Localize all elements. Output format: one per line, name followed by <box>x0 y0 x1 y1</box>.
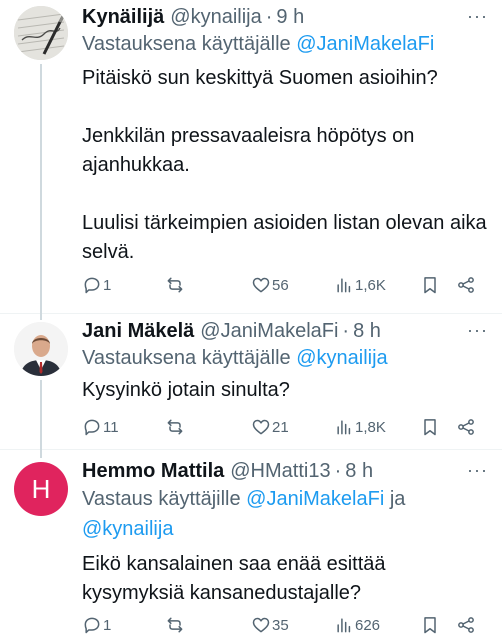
tweet-text: Kysyinkö jotain sinulta? <box>82 379 290 401</box>
views-count: 1,8K <box>355 418 386 436</box>
views-button[interactable]: 1,8K <box>334 414 386 440</box>
views-icon <box>337 618 351 633</box>
avatar-image <box>14 322 68 376</box>
share-icon <box>458 277 474 293</box>
more-icon[interactable]: ··· <box>467 6 488 27</box>
avatar-image <box>14 6 68 60</box>
share-button[interactable] <box>456 612 476 638</box>
reply-context: Vastaus käyttäjille @JaniMakelaFi ja @ky… <box>82 484 492 544</box>
reply-prefix: Vastauksena käyttäjälle <box>82 33 291 55</box>
mention-link[interactable]: @kynailija <box>296 347 387 369</box>
separator-dot: · <box>342 320 350 342</box>
user-handle[interactable]: @HMatti13 <box>230 458 330 484</box>
like-button[interactable]: 56 <box>251 272 289 298</box>
tweet-text: Pitäiskö sun keskittyä Suomen asioihin? … <box>82 67 487 263</box>
views-count: 1,6K <box>355 276 386 294</box>
reply-count: 1 <box>103 276 112 294</box>
retweet-button[interactable] <box>165 414 186 440</box>
action-bar: 1 35 626 <box>82 612 482 638</box>
views-icon <box>337 278 351 293</box>
thread-line <box>40 380 42 450</box>
retweet-button[interactable] <box>165 612 186 638</box>
timestamp[interactable]: 8 h <box>345 458 373 484</box>
reply-icon <box>84 419 100 436</box>
reply-joiner: ja <box>389 488 406 510</box>
timestamp[interactable]: 8 h <box>353 318 381 344</box>
views-icon <box>337 420 351 435</box>
share-button[interactable] <box>456 272 476 298</box>
mention-link[interactable]: @JaniMakelaFi <box>246 488 384 510</box>
share-button[interactable] <box>456 414 476 440</box>
views-button[interactable]: 626 <box>334 612 380 638</box>
bookmark-icon <box>424 419 436 436</box>
like-icon <box>252 419 270 435</box>
avatar-janimakelafi[interactable] <box>14 322 68 376</box>
like-count: 56 <box>272 276 289 294</box>
bookmark-button[interactable] <box>420 414 440 440</box>
action-bar: 1 56 1,6K <box>82 272 482 298</box>
like-count: 35 <box>272 616 289 634</box>
mention-link[interactable]: @kynailija <box>82 518 173 540</box>
separator-dot: · <box>334 460 342 482</box>
thread-line <box>40 312 42 320</box>
like-count: 21 <box>272 418 289 436</box>
display-name[interactable]: Hemmo Mattila <box>82 458 224 484</box>
tweet-text: Eikö kansalainen saa enää esittää kysymy… <box>82 553 392 604</box>
thread-line <box>40 448 42 458</box>
reply-count: 11 <box>103 418 119 436</box>
reply-icon <box>84 617 100 634</box>
bookmark-icon <box>424 617 436 634</box>
views-count: 626 <box>355 616 381 634</box>
tweet-hmatti13[interactable]: H Hemmo Mattila @HMatti13 · 8 h ··· Vast… <box>0 448 502 638</box>
like-button[interactable]: 35 <box>251 612 289 638</box>
avatar-kynailija[interactable] <box>14 6 68 60</box>
like-button[interactable]: 21 <box>251 414 289 440</box>
user-handle[interactable]: @JaniMakelaFi <box>200 318 338 344</box>
timestamp[interactable]: 9 h <box>276 4 304 30</box>
thread-line <box>40 64 42 314</box>
reply-context: Vastauksena käyttäjälle @kynailija <box>82 344 492 372</box>
action-bar: 11 21 1,8K <box>82 414 482 440</box>
retweet-button[interactable] <box>165 272 186 298</box>
reply-context: Vastauksena käyttäjälle @JaniMakelaFi <box>82 30 492 58</box>
retweet-icon <box>167 277 183 293</box>
reply-button[interactable]: 1 <box>82 612 111 638</box>
reply-count: 1 <box>103 616 112 634</box>
avatar-hmatti13[interactable]: H <box>14 462 68 516</box>
more-icon[interactable]: ··· <box>467 320 488 341</box>
reply-prefix: Vastaus käyttäjille <box>82 488 241 510</box>
bookmark-button[interactable] <box>420 272 440 298</box>
like-icon <box>252 617 270 633</box>
tweet-header: Jani Mäkelä @JaniMakelaFi · 8 h <box>82 318 492 344</box>
reply-icon <box>84 277 100 294</box>
reply-button[interactable]: 11 <box>82 414 119 440</box>
share-icon <box>458 617 474 633</box>
retweet-icon <box>167 617 183 633</box>
reply-button[interactable]: 1 <box>82 272 111 298</box>
display-name[interactable]: Kynäilijä <box>82 4 164 30</box>
like-icon <box>252 277 270 293</box>
more-icon[interactable]: ··· <box>467 460 488 481</box>
display-name[interactable]: Jani Mäkelä <box>82 318 194 344</box>
share-icon <box>458 419 474 435</box>
bookmark-button[interactable] <box>420 612 440 638</box>
mention-link[interactable]: @JaniMakelaFi <box>296 33 434 55</box>
separator-dot: · <box>265 6 273 28</box>
user-handle[interactable]: @kynailija <box>170 4 261 30</box>
views-button[interactable]: 1,6K <box>334 272 386 298</box>
tweet-kynailija[interactable]: Kynäilijä @kynailija · 9 h ··· Vastaukse… <box>0 0 502 314</box>
bookmark-icon <box>424 277 436 294</box>
retweet-icon <box>167 419 183 435</box>
tweet-header: Kynäilijä @kynailija · 9 h <box>82 4 492 30</box>
reply-prefix: Vastauksena käyttäjälle <box>82 347 291 369</box>
tweet-janimakelafi[interactable]: Jani Mäkelä @JaniMakelaFi · 8 h ··· Vast… <box>0 312 502 450</box>
tweet-header: Hemmo Mattila @HMatti13 · 8 h <box>82 458 492 484</box>
